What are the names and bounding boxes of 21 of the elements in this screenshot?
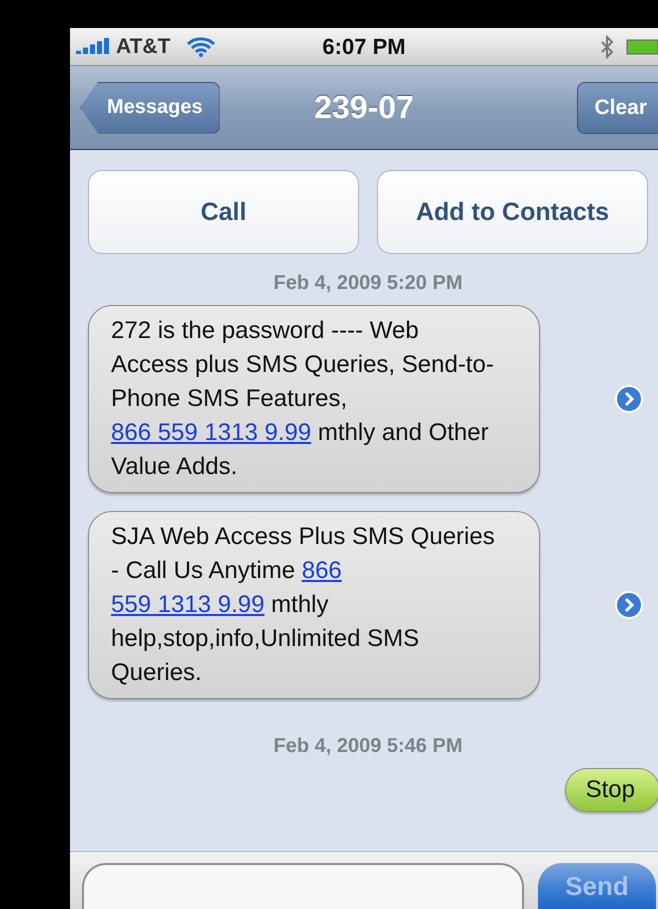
action-button[interactable]: Add to Contacts [377, 170, 648, 254]
received-message-bubble: 272 is the password ---- Web Access plus SMS Queries, Send-to-Phone SMS Features, 866 559 1313 9.99 mthly and Other Value Adds. [88, 305, 540, 493]
action-button[interactable]: Call [88, 170, 359, 254]
phone-link[interactable]: 866 [302, 557, 342, 584]
disclosure-icon[interactable] [614, 384, 644, 414]
battery-icon [626, 38, 658, 54]
clear-button[interactable]: Clear [577, 82, 658, 134]
phone-link[interactable]: 866 559 1313 9.99 [111, 419, 312, 446]
message-input-field[interactable] [82, 863, 524, 909]
received-message-bubble: SJA Web Access Plus SMS Queries - Call Us Anytime 866 559 1313 9.99 mthly help,stop,info,Unlimited SMS Queries. [88, 511, 540, 699]
clock-time: 6:07 PM [322, 34, 406, 60]
signal-icon [76, 38, 112, 56]
message-timestamp: Feb 4, 2009 5:46 PM [272, 735, 464, 758]
wifi-icon [186, 36, 216, 58]
carrier-name: AT&T [116, 34, 170, 58]
back-button[interactable]: Messages [80, 82, 220, 134]
sent-message-bubble: Stop [564, 768, 658, 812]
disclosure-icon[interactable] [614, 590, 644, 620]
phone-link[interactable]: 559 1313 9.99 [111, 591, 264, 618]
message-timestamp: Feb 4, 2009 5:20 PM [272, 272, 464, 295]
conversation-title: 239-07 [314, 89, 414, 126]
